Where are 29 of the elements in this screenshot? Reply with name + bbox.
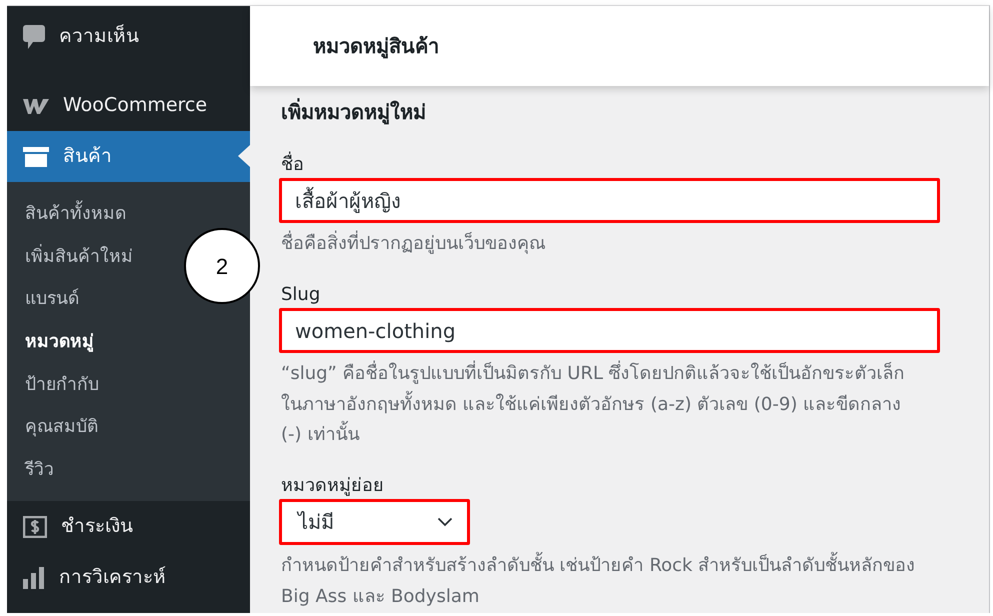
speech-bubble-icon [23, 24, 45, 48]
dropdown-select[interactable]: ไม่มี [279, 499, 470, 546]
field-hint: ชื่อคือสิ่งที่ปรากฏอยู่บนเว็บของคุณ [281, 229, 920, 260]
menu-item[interactable]: ความเห็น [7, 11, 250, 62]
archive-box-icon [23, 146, 49, 166]
submenu-item[interactable]: สินค้าทั้งหมด [25, 193, 126, 236]
form-heading: เพิ่มหมวดหมู่ใหม่ [281, 98, 427, 126]
text-field[interactable]: เสื้อผ้าผู้หญิง [279, 178, 940, 224]
field-label: หมวดหมู่ย่อย [281, 474, 385, 498]
bar-chart-icon [23, 566, 45, 589]
submenu-item[interactable]: เพิ่มสินค้าใหม่ [25, 236, 133, 278]
menu-item[interactable]: WooCommerce [7, 80, 250, 131]
field-hint: “slug” คือชื่อในรูปแบบที่เป็นมิตรกับ URL ซึ่งโดยปกติแล้วจะใช้เป็นอักขระตัวเล็กในภาษาอังกฤษทั้งหมด และใช้แค่เพียงตัวอักษร (a-z) ตัวเลข (0-9) และขีดกลาง (-) เท่านั้น [281, 359, 920, 451]
submenu-item[interactable]: รีวิว [25, 448, 54, 492]
field-hint: กำหนดป้ายคำสำหรับสร้างลำดับชั้น เช่นป้ายคำ Rock สำหรับเป็นลำดับชั้นหลักของ Big Ass และ Bodyslam [281, 551, 920, 612]
submenu-item[interactable]: ป้ายกำกับ [25, 363, 99, 406]
chevron-down-icon [437, 517, 453, 528]
logo-icon [23, 98, 49, 114]
menu-item[interactable]: การวิเคราะห์ [7, 552, 250, 604]
submenu-item[interactable]: คุณสมบัติ [25, 406, 98, 449]
submenu-item[interactable]: หมวดหมู่ [25, 320, 94, 364]
text-field[interactable]: women-clothing [279, 308, 940, 354]
page-title: หมวดหมู่สินค้า [313, 33, 439, 60]
dollar-icon [23, 516, 47, 538]
field-label: Slug [281, 282, 322, 306]
menu-item[interactable]: ชำระเงิน [7, 501, 250, 552]
submenu-item[interactable]: แบรนด์ [25, 278, 79, 321]
field-label: ชื่อ [281, 153, 940, 176]
menu-item[interactable]: สินค้า [7, 131, 250, 182]
